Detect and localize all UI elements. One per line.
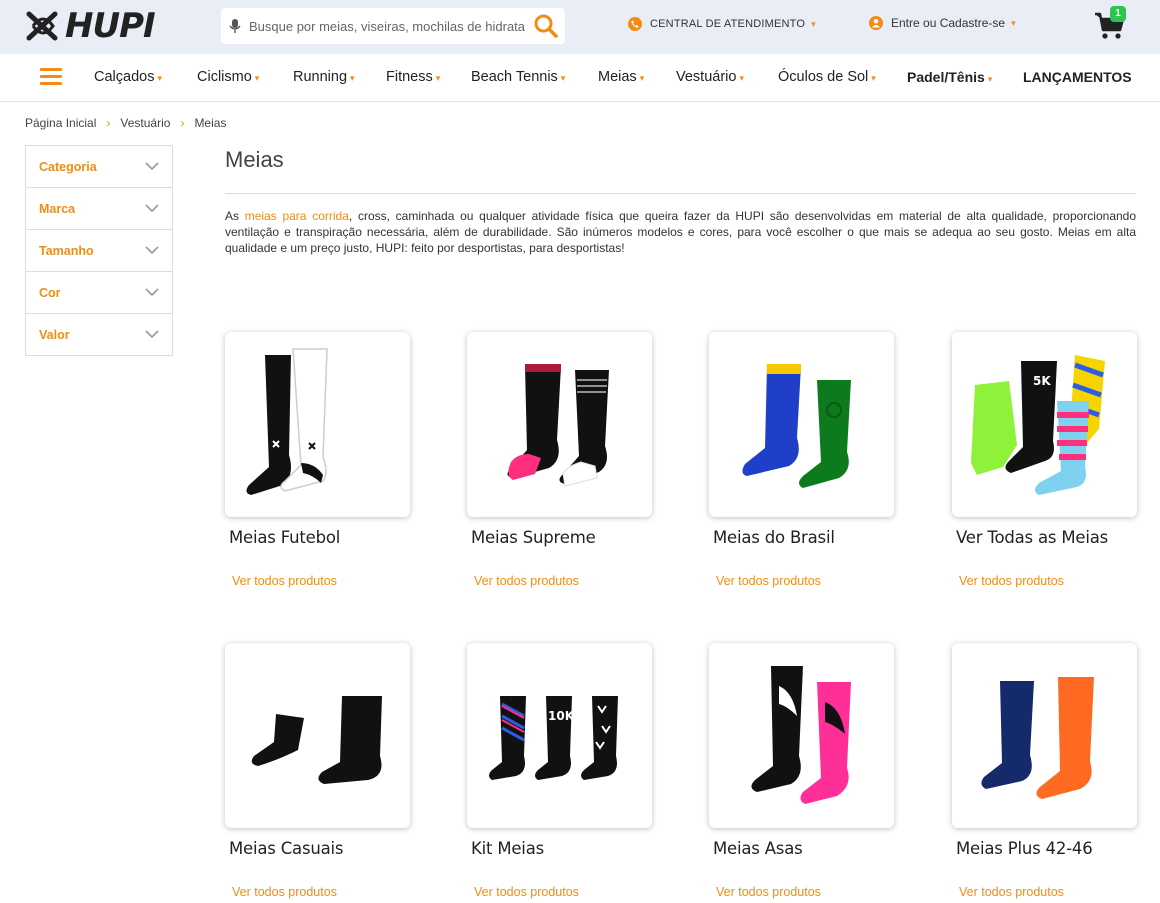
nav-item-oculos[interactable]: Óculos de Sol ▾: [778, 69, 876, 85]
chevron-right-icon: ›: [180, 116, 185, 130]
nav-item-running[interactable]: Running ▾: [293, 69, 355, 85]
category-name[interactable]: Kit Meias: [471, 839, 544, 858]
hupi-logo-icon: [26, 11, 58, 41]
chevron-down-icon: [145, 288, 159, 297]
logo-text: HUPI: [65, 6, 156, 46]
chevron-down-icon: [145, 330, 159, 339]
chevron-down-icon: [145, 204, 159, 213]
top-bar: HUPI Busque por meias, viseiras, mochila…: [0, 0, 1160, 54]
chevron-down-icon: [145, 162, 159, 171]
chevron-down-icon: ▾: [811, 18, 816, 29]
search-input[interactable]: Busque por meias, viseiras, mochilas de …: [249, 19, 525, 34]
product-image[interactable]: 10K: [467, 643, 652, 828]
nav-item-vestuario[interactable]: Vestuário ▾: [676, 69, 744, 85]
chevron-down-icon: ▾: [871, 73, 876, 83]
view-all-link[interactable]: Ver todos produtos: [716, 574, 821, 588]
filter-cor[interactable]: Cor: [26, 272, 172, 314]
customer-service-link[interactable]: CENTRAL DE ATENDIMENTO ▾: [628, 17, 816, 31]
category-name[interactable]: Meias Futebol: [229, 528, 340, 547]
category-name[interactable]: Meias Asas: [713, 839, 803, 858]
title-divider: [225, 193, 1136, 194]
chevron-down-icon: ▾: [987, 74, 993, 84]
category-card-kit[interactable]: 10K Kit Meias Ver todos produtos: [467, 643, 652, 899]
search-icon[interactable]: [533, 13, 559, 44]
nav-item-ciclismo[interactable]: Ciclismo ▾: [197, 69, 259, 85]
phone-icon: [628, 17, 642, 31]
cart-count-badge: 1: [1110, 6, 1126, 22]
category-name[interactable]: Meias Plus 42-46: [956, 839, 1093, 858]
chevron-down-icon: ▾: [435, 73, 441, 83]
chevron-down-icon: [145, 246, 159, 255]
product-image[interactable]: [467, 332, 652, 517]
category-card-plus[interactable]: Meias Plus 42-46 Ver todos produtos: [952, 643, 1137, 899]
category-card-supreme[interactable]: Meias Supreme Ver todos produtos: [467, 332, 652, 588]
nav-item-calcados[interactable]: Calçados ▾: [94, 69, 162, 85]
product-image[interactable]: [225, 643, 410, 828]
view-all-link[interactable]: Ver todos produtos: [959, 885, 1064, 899]
view-all-link[interactable]: Ver todos produtos: [959, 574, 1064, 588]
category-description: As meias para corrida, cross, caminhada …: [225, 209, 1137, 255]
nav-item-lancamentos[interactable]: LANÇAMENTOS: [1023, 69, 1132, 85]
view-all-link[interactable]: Ver todos produtos: [232, 574, 337, 588]
filter-tamanho[interactable]: Tamanho: [26, 230, 172, 272]
svg-text:5K: 5K: [1033, 374, 1051, 388]
customer-service-label: CENTRAL DE ATENDIMENTO: [650, 18, 806, 30]
chevron-down-icon: ▾: [157, 73, 162, 83]
chevron-down-icon: ▾: [1011, 17, 1016, 28]
breadcrumb-home[interactable]: Página Inicial: [25, 116, 96, 130]
view-all-link[interactable]: Ver todos produtos: [474, 885, 579, 899]
category-card-futebol[interactable]: Meias Futebol Ver todos produtos: [225, 332, 410, 588]
filter-marca[interactable]: Marca: [26, 188, 172, 230]
breadcrumb-current: Meias: [194, 116, 227, 130]
category-card-casuais[interactable]: Meias Casuais Ver todos produtos: [225, 643, 410, 899]
category-name[interactable]: Ver Todas as Meias: [956, 528, 1108, 547]
category-card-asas[interactable]: Meias Asas Ver todos produtos: [709, 643, 894, 899]
nav-item-meias[interactable]: Meias ▾: [598, 69, 644, 85]
account-link[interactable]: Entre ou Cadastre-se ▾: [869, 16, 1016, 30]
category-card-todas[interactable]: 5K Ver Todas as Meias Ver todos produtos: [952, 332, 1137, 588]
filter-categoria[interactable]: Categoria: [26, 146, 172, 188]
menu-icon[interactable]: [40, 68, 62, 86]
chevron-down-icon: ▾: [639, 73, 645, 83]
product-image[interactable]: [952, 643, 1137, 828]
search-box[interactable]: Busque por meias, viseiras, mochilas de …: [221, 8, 565, 44]
product-image[interactable]: [709, 332, 894, 517]
view-all-link[interactable]: Ver todos produtos: [232, 885, 337, 899]
filter-valor[interactable]: Valor: [26, 314, 172, 355]
category-name[interactable]: Meias Supreme: [471, 528, 596, 547]
cart-button[interactable]: 1: [1094, 6, 1134, 42]
view-all-link[interactable]: Ver todos produtos: [716, 885, 821, 899]
running-socks-link[interactable]: meias para corrida: [245, 209, 349, 223]
category-card-brasil[interactable]: Meias do Brasil Ver todos produtos: [709, 332, 894, 588]
svg-text:10K: 10K: [548, 709, 575, 723]
main-nav: Calçados ▾ Ciclismo ▾ Running ▾ Fitness ▾ Be…: [0, 54, 1160, 102]
chevron-down-icon: ▾: [350, 73, 355, 83]
microphone-icon[interactable]: [221, 18, 249, 34]
category-name[interactable]: Meias Casuais: [229, 839, 344, 858]
product-image[interactable]: [709, 643, 894, 828]
filter-sidebar: Categoria Marca Tamanho Cor Valor: [25, 145, 173, 356]
account-label: Entre ou Cadastre-se: [891, 16, 1006, 30]
user-icon: [869, 16, 883, 30]
chevron-down-icon: ▾: [254, 73, 260, 83]
page-title: Meias: [225, 147, 284, 172]
nav-item-padel-tenis[interactable]: Padel/Tênis ▾: [907, 69, 992, 85]
hupi-logo[interactable]: HUPI: [25, 6, 156, 46]
breadcrumb: Página Inicial › Vestuário › Meias: [25, 116, 226, 130]
product-image[interactable]: [225, 332, 410, 517]
nav-item-fitness[interactable]: Fitness ▾: [386, 69, 440, 85]
breadcrumb-vestuario[interactable]: Vestuário: [120, 116, 170, 130]
nav-item-beach-tennis[interactable]: Beach Tennis ▾: [471, 69, 565, 85]
chevron-right-icon: ›: [106, 116, 111, 130]
view-all-link[interactable]: Ver todos produtos: [474, 574, 579, 588]
category-name[interactable]: Meias do Brasil: [713, 528, 835, 547]
chevron-down-icon: ▾: [739, 73, 744, 83]
chevron-down-icon: ▾: [560, 73, 566, 83]
product-image[interactable]: 5K: [952, 332, 1137, 517]
